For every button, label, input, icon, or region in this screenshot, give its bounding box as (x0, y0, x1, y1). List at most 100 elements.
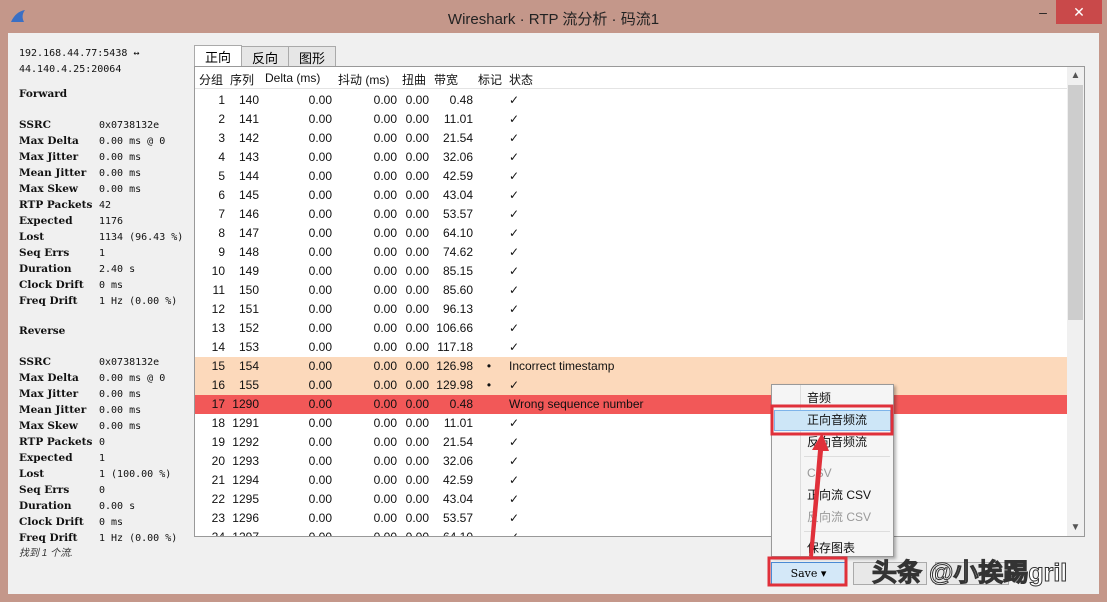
table-cell: ✓ (509, 93, 520, 107)
table-cell: 11.01 (443, 416, 473, 430)
table-cell: 85.15 (442, 264, 473, 278)
stat-value: 1 Hz (0.00 %) (99, 296, 178, 307)
stat-label: Lost (19, 231, 45, 243)
column-header[interactable]: Delta (ms) (265, 71, 320, 85)
stream-stats: 192.168.44.77:5438 ↔ 44.140.4.25:20064 For… (19, 46, 199, 546)
table-cell: 117.18 (437, 340, 473, 354)
stat-label: Seq Errs (19, 484, 70, 496)
table-cell: 0.00 (373, 340, 397, 354)
table-row[interactable]: 21 1294 0.00 0.00 0.00 42.59 ✓ (195, 471, 1068, 490)
table-cell: 0.00 (373, 416, 397, 430)
scrollbar-thumb[interactable] (1068, 85, 1083, 320)
column-header[interactable]: 抖动 (ms) (338, 71, 389, 88)
endpoint-text: 44.140.4.25:20064 (19, 64, 122, 75)
table-cell: 12 (211, 302, 225, 316)
table-cell: 144 (238, 169, 259, 183)
table-row[interactable]: 22 1295 0.00 0.00 0.00 43.04 ✓ (195, 490, 1068, 509)
column-header[interactable]: 扭曲 (402, 71, 426, 88)
stat-row: Mean Jitter 0.00 ms (19, 165, 199, 181)
table-cell: ✓ (509, 169, 520, 183)
table-cell: 0.00 (373, 245, 397, 259)
table-cell: 0.00 (373, 207, 397, 221)
vertical-scrollbar[interactable]: ▲ ▼ (1067, 67, 1084, 536)
table-cell: Incorrect timestamp (509, 359, 615, 373)
table-row[interactable]: 1 140 0.00 0.00 0.00 0.48 ✓ (195, 91, 1068, 110)
table-cell: 0.00 (308, 245, 332, 259)
column-header[interactable]: 标记 (478, 71, 502, 88)
stat-value: 0.00 ms (99, 152, 142, 163)
table-cell: 0.00 (308, 473, 332, 487)
table-cell: 0.00 (373, 93, 397, 107)
table-row[interactable]: 9 148 0.00 0.00 0.00 74.62 ✓ (195, 243, 1068, 262)
column-header[interactable]: 分组 (199, 71, 223, 88)
table-row[interactable]: 23 1296 0.00 0.00 0.00 53.57 ✓ (195, 509, 1068, 528)
table-cell: ✓ (509, 511, 520, 525)
maximize-button[interactable] (1031, 0, 1057, 24)
table-cell: 20 (211, 454, 225, 468)
table-row[interactable]: 20 1293 0.00 0.00 0.00 32.06 ✓ (195, 452, 1068, 471)
table-row[interactable]: 6 145 0.00 0.00 0.00 43.04 ✓ (195, 186, 1068, 205)
table-row[interactable]: 19 1292 0.00 0.00 0.00 21.54 ✓ (195, 433, 1068, 452)
table-row[interactable]: 16 155 0.00 0.00 0.00 129.98 • ✓ (195, 376, 1068, 395)
table-cell: ✓ (509, 207, 520, 221)
stat-row: Mean Jitter 0.00 ms (19, 402, 199, 418)
table-cell: • (486, 378, 492, 392)
table-cell: 0.00 (308, 321, 332, 335)
column-header[interactable]: 带宽 (434, 71, 458, 88)
table-cell: Wrong sequence number (509, 397, 644, 411)
table-cell: 0.00 (373, 169, 397, 183)
table-cell: 5 (218, 169, 225, 183)
table-cell: 21.54 (442, 435, 473, 449)
table-row[interactable]: 3 142 0.00 0.00 0.00 21.54 ✓ (195, 129, 1068, 148)
table-cell: 0.00 (373, 511, 397, 525)
table-cell: ✓ (509, 340, 520, 354)
table-row[interactable]: 10 149 0.00 0.00 0.00 85.15 ✓ (195, 262, 1068, 281)
table-row[interactable]: 4 143 0.00 0.00 0.00 32.06 ✓ (195, 148, 1068, 167)
menu-item[interactable]: 正向音频流 (774, 410, 891, 431)
table-cell: 0.00 (308, 378, 332, 392)
table-cell: 53.57 (442, 207, 473, 221)
table-row[interactable]: 7 146 0.00 0.00 0.00 53.57 ✓ (195, 205, 1068, 224)
table-row[interactable]: 15 154 0.00 0.00 0.00 126.98 • Incorrect timest… (195, 357, 1068, 376)
stat-row: Lost 1134 (96.43 %) (19, 229, 199, 245)
stat-label: RTP Packets (19, 436, 93, 448)
save-button[interactable]: Save ▾ (771, 562, 846, 585)
table-cell: ✓ (509, 416, 520, 430)
stat-value: 0x0738132e (99, 120, 160, 131)
table-row[interactable]: 17 1290 0.00 0.00 0.00 0.48 Wrong sequence num… (195, 395, 1068, 414)
table-row[interactable]: 2 141 0.00 0.00 0.00 11.01 ✓ (195, 110, 1068, 129)
table-cell: 13 (211, 321, 225, 335)
column-header[interactable]: 状态 (509, 71, 533, 88)
table-cell: 0.00 (373, 473, 397, 487)
table-row[interactable]: 24 1297 0.00 0.00 0.00 64.10 ✓ (195, 528, 1068, 536)
table-cell: 3 (218, 131, 225, 145)
scroll-down-icon[interactable]: ▼ (1067, 522, 1084, 533)
table-cell: 0.48 (449, 93, 473, 107)
scroll-up-icon[interactable]: ▲ (1067, 70, 1084, 81)
table-cell: 0.00 (308, 226, 332, 240)
tab-0[interactable]: 正向 (194, 45, 243, 67)
stat-label: Lost (19, 468, 45, 480)
tab-1[interactable]: 反向 (241, 46, 290, 66)
table-cell: 32.06 (442, 454, 473, 468)
table-row[interactable]: 18 1291 0.00 0.00 0.00 11.01 ✓ (195, 414, 1068, 433)
menu-item[interactable]: 反向音频流 (774, 432, 891, 453)
table-cell: ✓ (509, 112, 520, 126)
table-row[interactable]: 8 147 0.00 0.00 0.00 64.10 ✓ (195, 224, 1068, 243)
table-cell: 18 (211, 416, 225, 430)
table-row[interactable]: 11 150 0.00 0.00 0.00 85.60 ✓ (195, 281, 1068, 300)
menu-item[interactable]: 正向流 CSV (774, 485, 891, 506)
menu-item: CSV (807, 466, 832, 480)
table-cell: 0.00 (405, 283, 429, 297)
table-row[interactable]: 12 151 0.00 0.00 0.00 96.13 ✓ (195, 300, 1068, 319)
close-button[interactable]: ✕ (1056, 0, 1102, 24)
table-cell: ✓ (509, 435, 520, 449)
table-cell: 0.00 (405, 169, 429, 183)
menu-item[interactable]: 音频 (774, 388, 891, 409)
column-header[interactable]: 序列 (230, 71, 254, 88)
table-row[interactable]: 13 152 0.00 0.00 0.00 106.66 ✓ (195, 319, 1068, 338)
table-row[interactable]: 14 153 0.00 0.00 0.00 117.18 ✓ (195, 338, 1068, 357)
tab-2[interactable]: 图形 (288, 46, 337, 66)
table-row[interactable]: 5 144 0.00 0.00 0.00 42.59 ✓ (195, 167, 1068, 186)
table-cell: 1294 (232, 473, 259, 487)
